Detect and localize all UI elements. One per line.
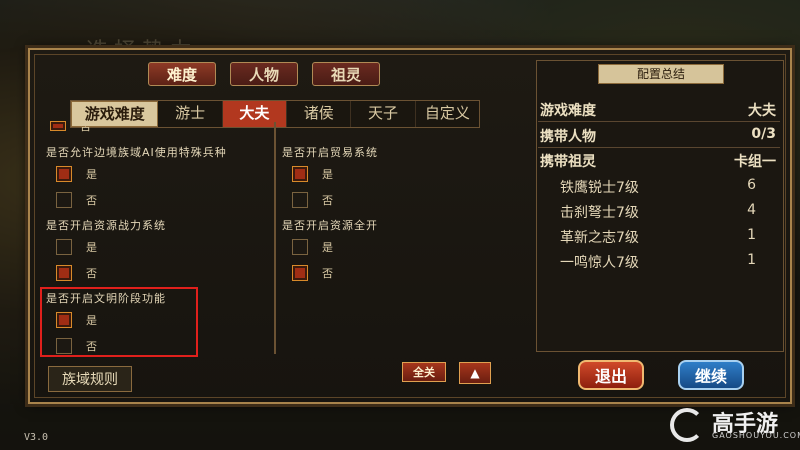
- setting-special-units: 是否允许边境族域AI使用特殊兵种 是 否: [46, 144, 227, 212]
- toggle-all-button[interactable]: 全关: [402, 362, 446, 382]
- option-yes[interactable]: 是: [282, 162, 378, 186]
- checkbox[interactable]: [56, 265, 72, 281]
- checkbox[interactable]: [292, 239, 308, 255]
- setting-title: 是否开启贸易系统: [282, 146, 378, 159]
- difficulty-tab-zhuhou[interactable]: 诸侯: [287, 101, 352, 127]
- checkbox[interactable]: [56, 166, 72, 182]
- option-yes[interactable]: 是: [46, 235, 166, 259]
- tab-difficulty[interactable]: 难度: [148, 62, 216, 86]
- option-label: 是: [86, 241, 97, 254]
- checkbox[interactable]: [56, 192, 72, 208]
- summary-value: 卡组一: [734, 154, 776, 170]
- column-divider: [274, 122, 276, 354]
- tab-ancestors[interactable]: 祖灵: [312, 62, 380, 86]
- option-yes[interactable]: 是: [282, 235, 378, 259]
- card-count: 4: [747, 202, 756, 218]
- brand-logo-icon: [670, 408, 704, 442]
- summary-label: 携带祖灵: [540, 154, 596, 170]
- option-label: 否: [322, 267, 333, 280]
- checkbox[interactable]: [292, 265, 308, 281]
- option-label: 否: [322, 194, 333, 207]
- difficulty-tab-youshi[interactable]: 游士: [158, 101, 223, 127]
- setting-title: 是否开启资源全开: [282, 219, 378, 232]
- card-count: 6: [747, 177, 756, 193]
- option-label: 是: [86, 168, 97, 181]
- category-tabs: 难度 人物 祖灵: [148, 62, 380, 86]
- option-yes[interactable]: 是: [46, 162, 227, 186]
- card-row: 一鸣惊人7级 1: [560, 252, 756, 272]
- watermark-domain: GAOSHOUYOU.COM: [712, 431, 800, 440]
- partial-option: 否: [40, 116, 91, 134]
- summary-row-difficulty: 游戏难度 大夫: [540, 100, 776, 120]
- continue-button[interactable]: 继续: [678, 360, 744, 390]
- option-label: 是: [322, 241, 333, 254]
- card-count: 1: [747, 227, 756, 243]
- card-name: 一鸣惊人7级: [560, 255, 639, 271]
- clan-rules-button[interactable]: 族域规则: [48, 366, 132, 392]
- option-label: 否: [80, 120, 91, 133]
- divider: [538, 147, 780, 148]
- option-no[interactable]: 否: [282, 261, 378, 285]
- summary-label: 携带人物: [540, 129, 596, 145]
- option-no[interactable]: 否: [46, 188, 227, 212]
- tab-characters[interactable]: 人物: [230, 62, 298, 86]
- version-label: V3.0: [24, 432, 49, 443]
- setting-resources-full: 是否开启资源全开 是 否: [282, 217, 378, 285]
- checkbox[interactable]: [292, 192, 308, 208]
- card-row: 铁鹰锐士7级 6: [560, 177, 756, 197]
- checkbox[interactable]: [56, 239, 72, 255]
- card-name: 击刹弩士7级: [560, 205, 639, 221]
- setting-trade-system: 是否开启贸易系统 是 否: [282, 144, 378, 212]
- exit-button[interactable]: 退出: [578, 360, 644, 390]
- arrow-up-icon: ▲: [470, 366, 480, 380]
- highlight-box: [40, 287, 198, 357]
- scroll-up-button[interactable]: ▲: [459, 362, 491, 384]
- card-row: 击刹弩士7级 4: [560, 202, 756, 222]
- difficulty-tab-tianzi[interactable]: 天子: [351, 101, 416, 127]
- difficulty-tab-dafu[interactable]: 大夫: [222, 101, 288, 127]
- option-no[interactable]: 否: [282, 188, 378, 212]
- summary-value: 0/3: [751, 126, 776, 142]
- option-label: 否: [86, 267, 97, 280]
- checkbox[interactable]: [292, 166, 308, 182]
- divider: [538, 121, 780, 122]
- setting-resource-power: 是否开启资源战力系统 是 否: [46, 217, 166, 285]
- card-name: 铁鹰锐士7级: [560, 180, 639, 196]
- card-row: 革新之志7级 1: [560, 227, 756, 247]
- difficulty-tab-custom[interactable]: 自定义: [416, 101, 479, 127]
- checkbox-partial[interactable]: [50, 121, 66, 131]
- summary-value: 大夫: [748, 103, 776, 119]
- setting-title: 是否开启资源战力系统: [46, 219, 166, 232]
- setting-title: 是否允许边境族域AI使用特殊兵种: [46, 146, 227, 159]
- option-label: 否: [86, 194, 97, 207]
- option-no[interactable]: 否: [46, 261, 166, 285]
- summary-title: 配置总结: [598, 64, 724, 84]
- summary-row-characters: 携带人物 0/3: [540, 126, 776, 146]
- summary-label: 游戏难度: [540, 103, 596, 119]
- summary-row-ancestors: 携带祖灵 卡组一: [540, 151, 776, 171]
- card-count: 1: [747, 252, 756, 268]
- card-name: 革新之志7级: [560, 230, 639, 246]
- option-label: 是: [322, 168, 333, 181]
